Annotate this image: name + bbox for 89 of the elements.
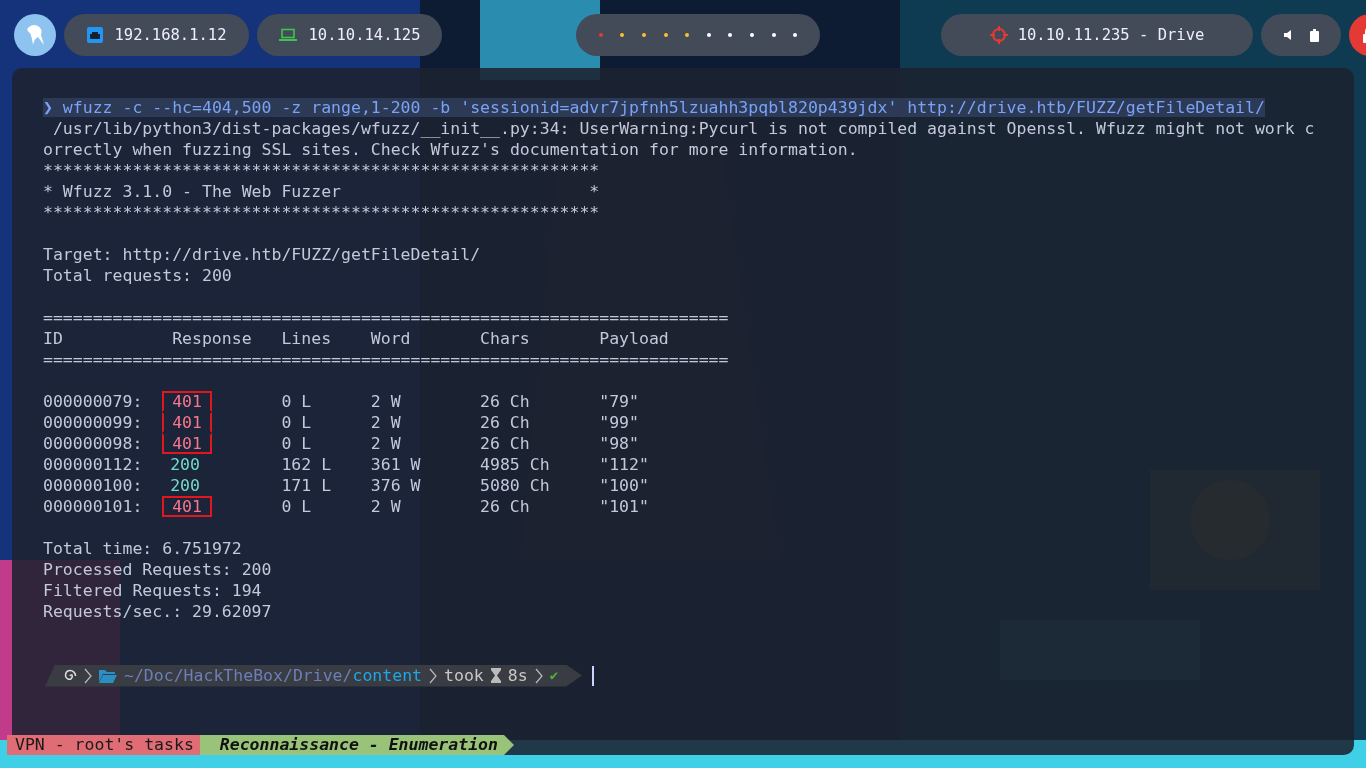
workspace-dot[interactable]: [771, 33, 776, 37]
table-cell: 26 Ch: [480, 413, 530, 432]
chevron-icon: [84, 667, 92, 684]
battery-icon[interactable]: [1309, 28, 1319, 42]
table-cell: 5080 Ch: [480, 476, 550, 495]
status-code: 401: [162, 433, 212, 454]
status-code: 200: [169, 477, 201, 494]
table-cell: 0 L: [281, 392, 312, 411]
table-cell: 000000079:: [43, 392, 143, 411]
table-cell: "98": [599, 434, 639, 453]
table-cell: 000000112:: [43, 455, 143, 474]
table-cell: 376 W: [370, 476, 421, 495]
table-cell: 171 L: [281, 476, 332, 495]
workspace-dot[interactable]: [706, 33, 711, 37]
folder-icon: [99, 668, 117, 683]
column-header: ID: [43, 329, 63, 348]
ethernet-icon: [86, 27, 103, 43]
table-cell: 26 Ch: [480, 392, 530, 411]
ip-address: 192.168.1.12: [114, 26, 227, 44]
table-cell: 2 W: [370, 497, 401, 516]
status-segment: Reconnaissance - Enumeration: [199, 735, 514, 755]
workspace-dot[interactable]: [749, 33, 754, 37]
workspace-dot[interactable]: [642, 33, 646, 37]
workspace-dot[interactable]: [793, 33, 798, 37]
workspace-dot[interactable]: [685, 33, 690, 37]
laptop-icon: [278, 28, 297, 42]
network-pill[interactable]: 192.168.1.12: [64, 14, 249, 56]
workspace-dot[interactable]: [663, 33, 668, 37]
output-line: Filtered Requests: 194: [43, 581, 262, 600]
column-header: Response: [172, 329, 252, 348]
banner-line: ********************************************************: [43, 161, 600, 180]
separator-line: =====================================================================: [43, 350, 729, 369]
took-label: took: [444, 665, 484, 686]
status-code: 401: [162, 412, 212, 433]
table-cell: "99": [599, 413, 639, 432]
table-cell: 162 L: [281, 455, 332, 474]
bird-icon: [24, 23, 46, 47]
table-cell: 26 Ch: [480, 497, 530, 516]
table-cell: 2 W: [370, 434, 401, 453]
table-cell: 0 L: [281, 434, 312, 453]
table-cell: 361 W: [370, 455, 421, 474]
table-cell: 000000099:: [43, 413, 143, 432]
workspace-dot[interactable]: [728, 33, 733, 37]
target-label: 10.10.11.235 - Drive: [1017, 26, 1205, 44]
status-code: 401: [162, 391, 212, 412]
hourglass-icon: [490, 668, 501, 683]
table-cell: 4985 Ch: [480, 455, 550, 474]
separator-line: =====================================================================: [43, 308, 729, 327]
output-line: Total time: 6.751972: [43, 539, 242, 558]
table-cell: 2 W: [370, 413, 401, 432]
output-line: Target: http://drive.htb/FUZZ/getFileDetail/: [43, 245, 481, 264]
output-line: Total requests: 200: [43, 266, 232, 285]
status-code: 401: [162, 496, 212, 517]
banner-line: ********************************************************: [43, 203, 600, 222]
table-cell: 000000100:: [43, 476, 143, 495]
chevron-icon: [534, 667, 543, 684]
ip-address: 10.10.14.125: [308, 26, 421, 44]
table-cell: "101": [599, 497, 649, 516]
column-header: Word: [370, 329, 411, 348]
column-header: Lines: [281, 329, 332, 348]
warning-text: orrectly when fuzzing SSL sites. Check Wfuzz's documentation for more information.: [43, 140, 858, 159]
table-cell: "112": [599, 455, 649, 474]
network-pill[interactable]: 10.10.14.125: [257, 14, 442, 56]
table-cell: "100": [599, 476, 649, 495]
table-cell: 0 L: [281, 413, 312, 432]
table-cell: 0 L: [281, 497, 312, 516]
success-check: ✔: [549, 666, 559, 685]
workspace-dot[interactable]: [598, 33, 603, 37]
text-cursor: [592, 665, 595, 686]
table-cell: 2 W: [370, 392, 401, 411]
duration: 8s: [507, 665, 528, 686]
workspace-dot[interactable]: [620, 33, 625, 37]
current-path: ~/Doc/HackTheBox/Drive/content: [124, 665, 423, 686]
column-header: Chars: [480, 329, 530, 348]
table-cell: 000000098:: [43, 434, 143, 453]
output-line: Requests/sec.: 29.62097: [43, 602, 272, 621]
status-code: 200: [169, 456, 201, 473]
speaker-icon[interactable]: [1283, 30, 1294, 40]
crosshair-icon: [989, 26, 1008, 44]
table-cell: "79": [599, 392, 639, 411]
column-header: Payload: [599, 329, 669, 348]
target-pill[interactable]: 10.10.11.235 - Drive: [941, 14, 1253, 56]
warning-text: /usr/lib/python3/dist-packages/wfuzz/__init__.py:34: UserWarning:Pycurl is not compiled against Openssl. Wfuzz might not work c: [51, 119, 1315, 138]
output-line: Processed Requests: 200: [43, 560, 272, 579]
banner-line: * Wfuzz 3.1.0 - The Web Fuzzer *: [43, 182, 600, 201]
table-cell: 26 Ch: [480, 434, 530, 453]
table-cell: 000000101:: [43, 497, 143, 516]
chevron-icon: [429, 667, 438, 684]
spiral-icon: [63, 668, 77, 683]
